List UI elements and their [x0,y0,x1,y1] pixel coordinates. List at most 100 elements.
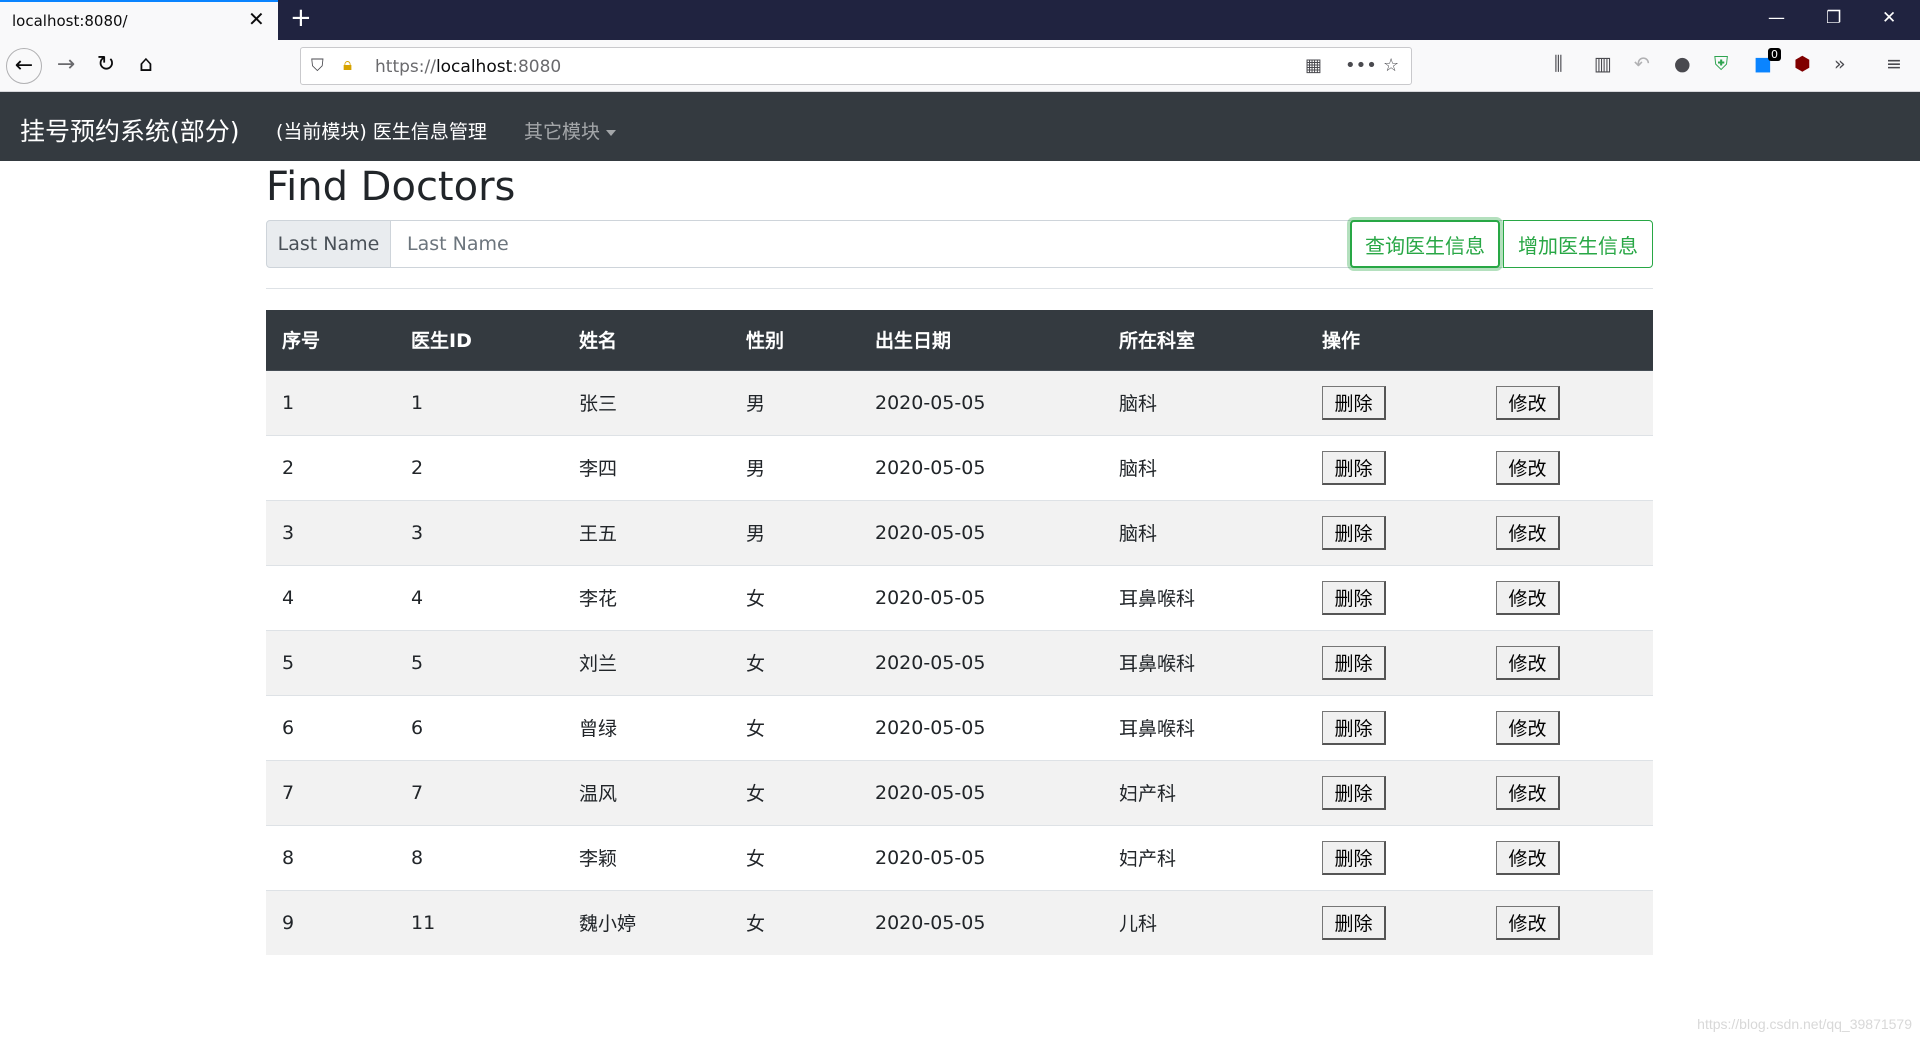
extension-icon[interactable]: ● [1674,53,1691,75]
undo-close-icon[interactable]: ↶ [1634,53,1650,75]
address-bar[interactable]: ⛉ 🔒︎ https://localhost:8080 ▦ ••• ☆ [300,47,1412,85]
delete-button[interactable]: 删除 [1322,710,1386,745]
table-cell: 魏小婷 [563,889,730,955]
edit-button[interactable]: 修改 [1496,645,1560,680]
back-icon[interactable]: ← [6,48,42,84]
action-cell: 修改 [1480,499,1653,565]
edit-button[interactable]: 修改 [1496,905,1560,940]
search-doctor-button[interactable]: 查询医生信息 [1350,220,1500,268]
delete-button[interactable]: 删除 [1322,775,1386,810]
reload-icon[interactable]: ↻ [88,48,124,84]
table-cell: 女 [730,889,859,955]
delete-button[interactable]: 删除 [1322,385,1386,420]
table-row: 7 7 温风女 2020-05-05 妇产科 删除 修改 [266,759,1653,825]
restore-icon[interactable]: ❐ [1826,8,1841,28]
table-row: 2 2 李四男 2020-05-05 脑科 删除 修改 [266,434,1653,500]
forward-icon[interactable]: → [48,48,84,84]
action-cell: 修改 [1480,434,1653,500]
table-cell: 2020-05-05 [859,369,1103,435]
edit-button[interactable]: 修改 [1496,580,1560,615]
overflow-chevron-icon[interactable]: » [1834,53,1846,75]
action-cell: 删除 [1306,889,1480,955]
nav-item-current[interactable]: (当前模块) 医生信息管理 [276,117,487,144]
delete-button[interactable]: 删除 [1322,515,1386,550]
table-cell: 温风 [563,759,730,825]
table-cell: 2 [266,434,395,500]
home-icon[interactable]: ⌂ [128,48,164,84]
lock-warning-icon[interactable]: 🔒︎ [343,55,352,75]
edit-button[interactable]: 修改 [1496,710,1560,745]
column-header: 医生ID [395,310,563,371]
page-title: Find Doctors [266,164,516,210]
table-cell: 2020-05-05 [859,824,1103,890]
table-cell: 1 [266,369,395,435]
table-cell: 7 [395,759,563,825]
edit-button[interactable]: 修改 [1496,840,1560,875]
app-brand[interactable]: 挂号预约系统(部分) [20,112,240,148]
delete-button[interactable]: 删除 [1322,905,1386,940]
column-header [1480,310,1653,371]
edit-button[interactable]: 修改 [1496,385,1560,420]
table-cell: 7 [266,759,395,825]
table-row: 1 1 张三男 2020-05-05 脑科 删除 修改 [266,369,1653,435]
qr-code-icon[interactable]: ▦ [1305,55,1322,76]
page-actions-icon[interactable]: ••• [1345,55,1377,76]
table-cell: 女 [730,824,859,890]
minimize-icon[interactable]: — [1768,8,1785,28]
action-cell: 修改 [1480,824,1653,890]
table-cell: 2020-05-05 [859,434,1103,500]
column-header: 性别 [730,310,859,371]
action-cell: 删除 [1306,434,1480,500]
column-header: 所在科室 [1103,310,1306,371]
table-cell: 妇产科 [1103,824,1306,890]
bookmark-star-icon[interactable]: ☆ [1383,55,1399,76]
table-cell: 脑科 [1103,369,1306,435]
table-cell: 张三 [563,369,730,435]
action-cell: 修改 [1480,759,1653,825]
library-icon[interactable]: ⫼ [1554,53,1563,75]
hamburger-menu-icon[interactable]: ≡ [1886,53,1902,75]
delete-button[interactable]: 删除 [1322,840,1386,875]
table-cell: 2020-05-05 [859,889,1103,955]
edit-button[interactable]: 修改 [1496,515,1560,550]
table-cell: 李花 [563,564,730,630]
browser-tab[interactable]: localhost:8080/ ✕ [0,0,278,40]
table-cell: 11 [395,889,563,955]
table-cell: 6 [395,694,563,760]
divider [266,288,1653,289]
action-cell: 删除 [1306,564,1480,630]
table-row: 5 5 刘兰女 2020-05-05 耳鼻喉科 删除 修改 [266,629,1653,695]
table-cell: 9 [266,889,395,955]
delete-button[interactable]: 删除 [1322,580,1386,615]
shield-extension-icon[interactable]: ⛨ [1714,53,1728,75]
table-row: 9 11 魏小婷女 2020-05-05 儿科 删除 修改 [266,889,1653,955]
action-cell: 修改 [1480,564,1653,630]
edit-button[interactable]: 修改 [1496,775,1560,810]
sidebar-icon[interactable]: ▥ [1594,53,1612,75]
nav-other-label: 其它模块 [524,121,601,143]
window-close-icon[interactable]: ✕ [1882,8,1896,28]
table-cell: 王五 [563,499,730,565]
delete-button[interactable]: 删除 [1322,645,1386,680]
tab-close-icon[interactable]: ✕ [248,9,265,29]
app-navbar: 挂号预约系统(部分) (当前模块) 医生信息管理 其它模块 [0,92,1920,161]
add-doctor-button[interactable]: 增加医生信息 [1503,220,1653,268]
table-row: 3 3 王五男 2020-05-05 脑科 删除 修改 [266,499,1653,565]
table-cell: 耳鼻喉科 [1103,694,1306,760]
tracking-shield-icon[interactable]: ⛉ [311,56,324,76]
table-header-row: 序号 医生ID 姓名 性别 出生日期 所在科室 操作 [266,310,1653,371]
table-cell: 6 [266,694,395,760]
table-cell: 女 [730,759,859,825]
url-text[interactable]: https://localhost:8080 [375,57,561,77]
new-tab-icon[interactable]: + [290,5,312,31]
action-cell: 修改 [1480,629,1653,695]
action-cell: 删除 [1306,759,1480,825]
table-cell: 耳鼻喉科 [1103,564,1306,630]
table-cell: 男 [730,369,859,435]
ublock-icon[interactable]: ⬢ [1794,53,1811,75]
table-cell: 8 [266,824,395,890]
delete-button[interactable]: 删除 [1322,450,1386,485]
nav-item-other-dropdown[interactable]: 其它模块 [524,117,617,144]
edit-button[interactable]: 修改 [1496,450,1560,485]
table-cell: 女 [730,629,859,695]
